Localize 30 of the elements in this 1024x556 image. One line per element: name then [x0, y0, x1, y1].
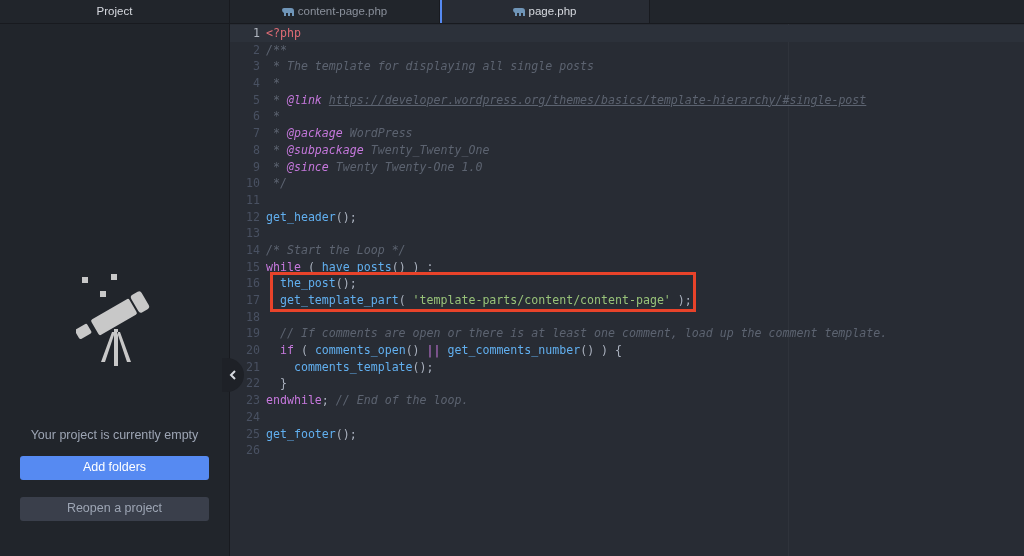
code-line: get_footer(); — [266, 425, 357, 443]
code-line: * — [271, 75, 280, 92]
chevron-left-icon — [229, 370, 237, 380]
code-line: the_post(); — [278, 275, 357, 292]
reopen-project-button[interactable]: Reopen a project — [20, 496, 209, 521]
code-line: * @package WordPress — [271, 125, 413, 142]
code-line: get_template_part( 'template-parts/content/content-page' ); — [278, 292, 692, 309]
code-line: endwhile; // End of the loop. — [266, 392, 469, 409]
code-line: */ — [271, 175, 287, 192]
code-line: /** — [266, 41, 287, 59]
code-line: * @since Twenty Twenty-One 1.0 — [271, 158, 483, 176]
panel-title: Project — [0, 0, 229, 24]
elephant-icon — [281, 6, 295, 17]
code-line: get_header(); — [266, 208, 357, 226]
line-number: 1 — [252, 25, 260, 42]
code-line: * @subpackage Twenty_Twenty_One — [271, 141, 490, 159]
file-tab[interactable]: page.php — [440, 0, 650, 23]
elephant-icon — [512, 6, 526, 17]
add-folders-button[interactable]: Add folders — [20, 455, 209, 480]
code-line: * — [271, 108, 280, 126]
code-line: if ( comments_open() || get_comments_number() ) { — [278, 342, 623, 359]
code-line: <?php — [266, 25, 301, 42]
code-line: // If comments are open or there is at least one comment, load up the comment template. — [278, 325, 888, 343]
collapse-panel-button[interactable] — [222, 358, 244, 392]
code-line: /* Start the Loop */ — [266, 241, 406, 259]
code-line: * @link https://developer.wordpress.org/themes/basics/template-hierarchy/#single-post — [271, 91, 867, 109]
empty-project-message: Your project is currently empty — [30, 427, 199, 444]
code-line: } — [278, 375, 287, 393]
code-line: comments_template(); — [292, 358, 434, 376]
code-line: * The template for displaying all single posts — [271, 58, 595, 76]
